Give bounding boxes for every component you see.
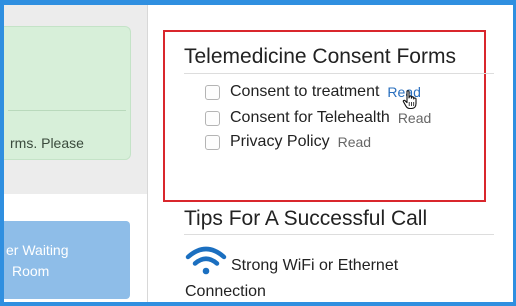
- consent-item-label: Privacy Policy: [230, 133, 330, 150]
- privacy-policy-checkbox[interactable]: [205, 134, 220, 150]
- consent-treatment-checkbox[interactable]: [205, 84, 220, 100]
- waiting-room-label-line2: Room: [12, 263, 50, 279]
- consent-item-label: Consent to treatment: [230, 83, 380, 100]
- consent-item-telehealth: Consent for Telehealth Read: [205, 108, 431, 128]
- waiting-room-label-line1: er Waiting: [6, 242, 69, 258]
- consent-telehealth-read-link[interactable]: Read: [398, 110, 431, 126]
- frame-border-top: [0, 0, 516, 5]
- privacy-policy-read-link[interactable]: Read: [338, 134, 371, 150]
- wifi-icon: [185, 246, 227, 275]
- alert-text: rms. Please: [10, 135, 84, 151]
- consent-title-divider: [184, 73, 494, 74]
- tip-wifi-line2: Connection: [185, 283, 266, 300]
- alert-divider: [8, 110, 126, 111]
- frame-border-bottom: [0, 302, 516, 306]
- notice-alert: rms. Please: [4, 26, 131, 160]
- consent-forms-title: Telemedicine Consent Forms: [184, 45, 456, 68]
- waiting-room-button[interactable]: er Waiting Room: [4, 221, 130, 299]
- consent-item-treatment: Consent to treatment Read: [205, 82, 421, 102]
- tips-title: Tips For A Successful Call: [184, 207, 428, 230]
- frame-border-left: [0, 0, 4, 306]
- tip-wifi-line1: Strong WiFi or Ethernet: [231, 257, 399, 274]
- consent-item-privacy: Privacy Policy Read: [205, 132, 371, 152]
- tips-title-divider: [184, 234, 494, 235]
- hand-cursor-icon: [402, 90, 417, 110]
- consent-telehealth-checkbox[interactable]: [205, 110, 220, 126]
- column-divider: [147, 5, 148, 302]
- consent-item-label: Consent for Telehealth: [230, 109, 390, 126]
